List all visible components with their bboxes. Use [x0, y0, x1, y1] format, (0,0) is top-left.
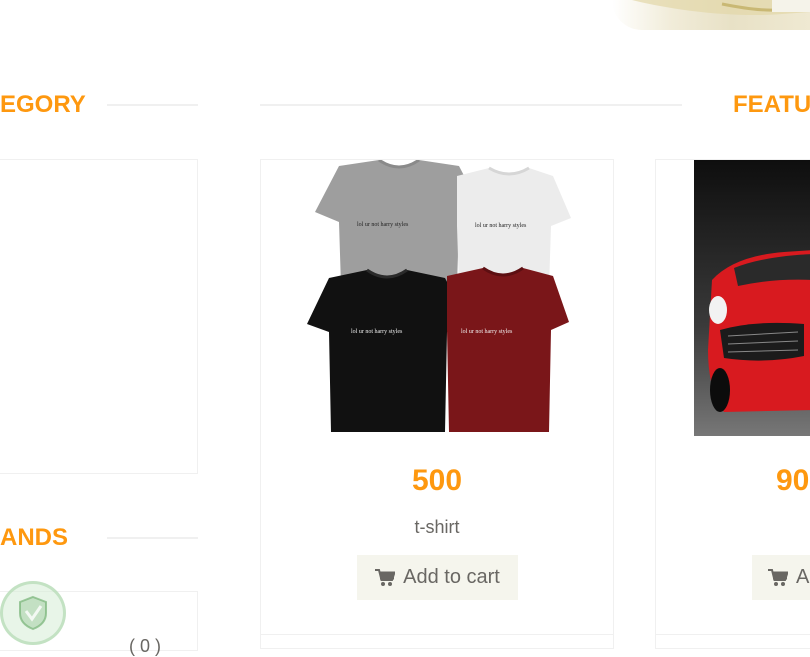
product-card-tshirt: lol ur not harry styles lol ur not harry…: [260, 159, 614, 649]
product-price: 500: [411, 464, 463, 497]
add-to-cart-label: Ad: [796, 566, 810, 588]
banner-image-fragment: [612, 0, 810, 30]
brands-title-divider: [107, 537, 198, 539]
featured-section-title: FEATU: [733, 91, 810, 118]
brand-count: ( 0 ): [129, 636, 162, 656]
category-panel: [0, 159, 198, 474]
card-footer-divider: [656, 634, 810, 635]
shirt-print-maroon: lol ur not harry styles: [461, 329, 513, 335]
car-image: [694, 160, 810, 436]
featured-title-divider: [260, 104, 682, 106]
add-to-cart-button[interactable]: Add to cart: [357, 555, 518, 600]
product-price: 90: [776, 464, 810, 497]
banner-graphic: [632, 0, 810, 16]
category-title-divider: [107, 104, 198, 106]
shopping-cart-icon: [375, 568, 396, 586]
add-to-cart-label: Add to cart: [403, 566, 500, 588]
shield-icon: [19, 595, 47, 631]
shopping-cart-icon: [768, 568, 788, 586]
shirt-print-grey: lol ur not harry styles: [357, 222, 409, 228]
add-to-cart-button[interactable]: Ad: [752, 555, 810, 600]
card-footer-divider: [261, 634, 613, 635]
category-section-title: EGORY: [0, 91, 86, 118]
tshirt-image: [307, 160, 571, 432]
product-card-car: 90 Ad: [655, 159, 810, 649]
shield-badge-logo: [0, 581, 66, 645]
product-name: t-shirt: [414, 517, 460, 537]
product-image-car[interactable]: [694, 160, 810, 436]
shirt-print-white: lol ur not harry styles: [475, 223, 527, 229]
shirt-print-black: lol ur not harry styles: [351, 329, 403, 335]
brands-section-title: ANDS: [0, 524, 69, 551]
product-image-tshirt[interactable]: lol ur not harry styles lol ur not harry…: [301, 160, 575, 436]
